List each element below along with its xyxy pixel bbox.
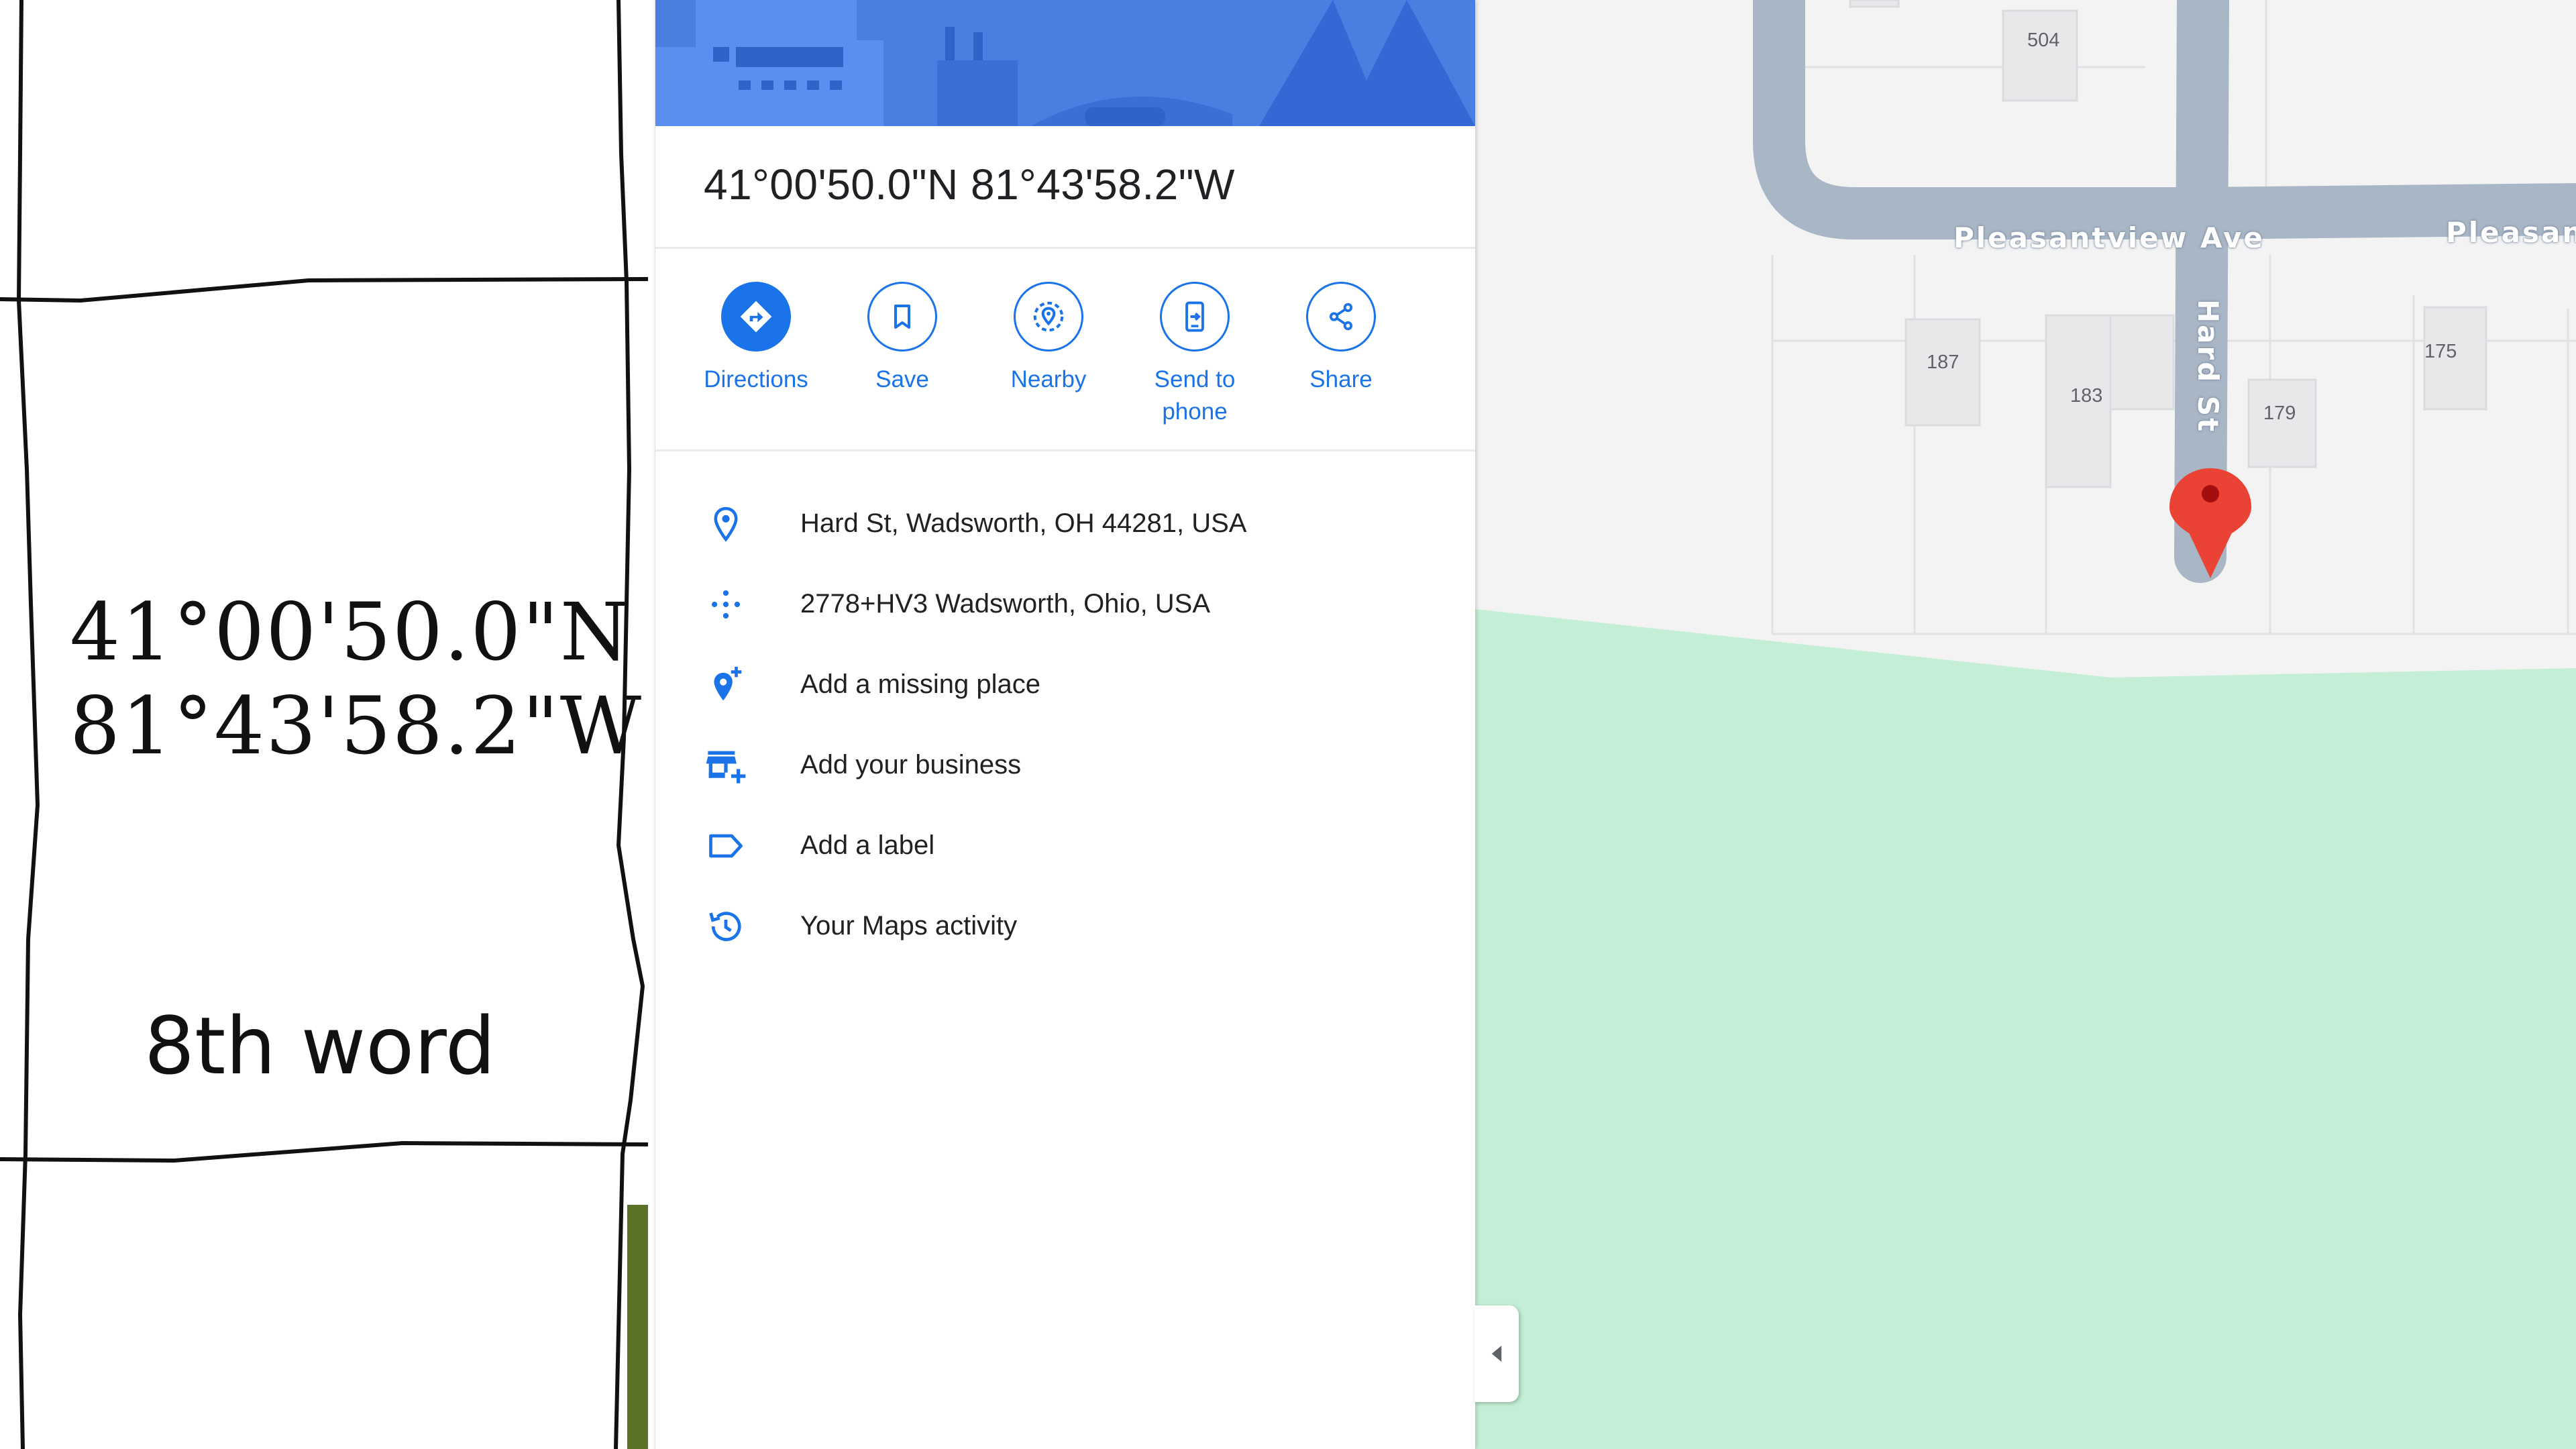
maps-activity-text: Your Maps activity <box>800 911 1018 941</box>
handwritten-coordinates: 41°00'50.0"N 81°43'58.2"W <box>70 585 643 773</box>
save-label: Save <box>875 366 929 392</box>
house-number: 183 <box>2070 385 2103 407</box>
add-business-text: Add your business <box>800 750 1022 780</box>
share-label: Share <box>1309 366 1373 392</box>
history-icon <box>704 904 748 949</box>
send-to-phone-button[interactable]: Send to phone <box>1121 282 1269 428</box>
nearby-icon <box>1014 282 1083 352</box>
house-number: 175 <box>2424 341 2457 362</box>
caret-left-icon <box>1491 1346 1502 1362</box>
place-hero-image[interactable] <box>655 0 1475 126</box>
directions-icon <box>721 282 791 352</box>
bookmark-icon <box>867 282 937 352</box>
collapse-panel-button[interactable] <box>1474 1305 1519 1402</box>
save-button[interactable]: Save <box>828 282 976 396</box>
address-row[interactable]: Hard St, Wadsworth, OH 44281, USA <box>655 487 1475 561</box>
location-pin-icon <box>704 502 748 546</box>
green-strip <box>627 1205 648 1449</box>
coordinate-longitude: 81°43'58.2"W <box>70 680 643 772</box>
divider <box>655 247 1475 249</box>
add-business-icon <box>704 743 748 788</box>
plus-code-icon <box>704 582 748 627</box>
sketch-panel: 41°00'50.0"N 81°43'58.2"W 8th word <box>0 0 655 1449</box>
label-icon <box>704 824 748 868</box>
sketch-word-label: 8th word <box>144 1000 496 1092</box>
add-label-text: Add a label <box>800 830 935 860</box>
park-area <box>1474 609 2576 1449</box>
plus-code-text: 2778+HV3 Wadsworth, Ohio, USA <box>800 589 1211 619</box>
plus-code-row[interactable]: 2778+HV3 Wadsworth, Ohio, USA <box>655 568 1475 641</box>
maps-activity-row[interactable]: Your Maps activity <box>655 890 1475 963</box>
add-place-icon <box>704 663 748 707</box>
directions-button[interactable]: Directions <box>682 282 830 396</box>
place-title: 41°00'50.0"N 81°43'58.2"W <box>704 160 1235 209</box>
divider <box>655 449 1475 451</box>
house-number: 504 <box>2027 30 2060 51</box>
add-label-row[interactable]: Add a label <box>655 809 1475 883</box>
house-number: 179 <box>2263 402 2296 424</box>
add-missing-place-text: Add a missing place <box>800 669 1040 699</box>
map-canvas[interactable]: Pleasantview Ave Pleasant Hard St 504 18… <box>1474 0 2576 1449</box>
house-number: 187 <box>1927 352 1960 373</box>
add-missing-place-row[interactable]: Add a missing place <box>655 648 1475 722</box>
nearby-label: Nearby <box>1010 366 1087 392</box>
nearby-button[interactable]: Nearby <box>975 282 1122 396</box>
directions-label: Directions <box>704 366 808 392</box>
coordinate-latitude: 41°00'50.0"N <box>70 586 631 678</box>
place-side-panel: 41°00'50.0"N 81°43'58.2"W Directions Sav… <box>655 0 1475 1449</box>
address-text: Hard St, Wadsworth, OH 44281, USA <box>800 508 1247 538</box>
share-icon <box>1306 282 1376 352</box>
share-button[interactable]: Share <box>1267 282 1415 396</box>
map-graphics <box>1474 0 2576 1449</box>
street-label-pleasantview: Pleasantview Ave <box>1953 221 2265 254</box>
hero-illustration <box>655 0 1475 126</box>
add-business-row[interactable]: Add your business <box>655 729 1475 802</box>
send-to-phone-label: Send to phone <box>1154 366 1236 425</box>
send-to-phone-icon <box>1160 282 1230 352</box>
street-label-pleasantview-east: Pleasant <box>2446 216 2576 249</box>
street-label-hard-st: Hard St <box>2192 299 2224 434</box>
